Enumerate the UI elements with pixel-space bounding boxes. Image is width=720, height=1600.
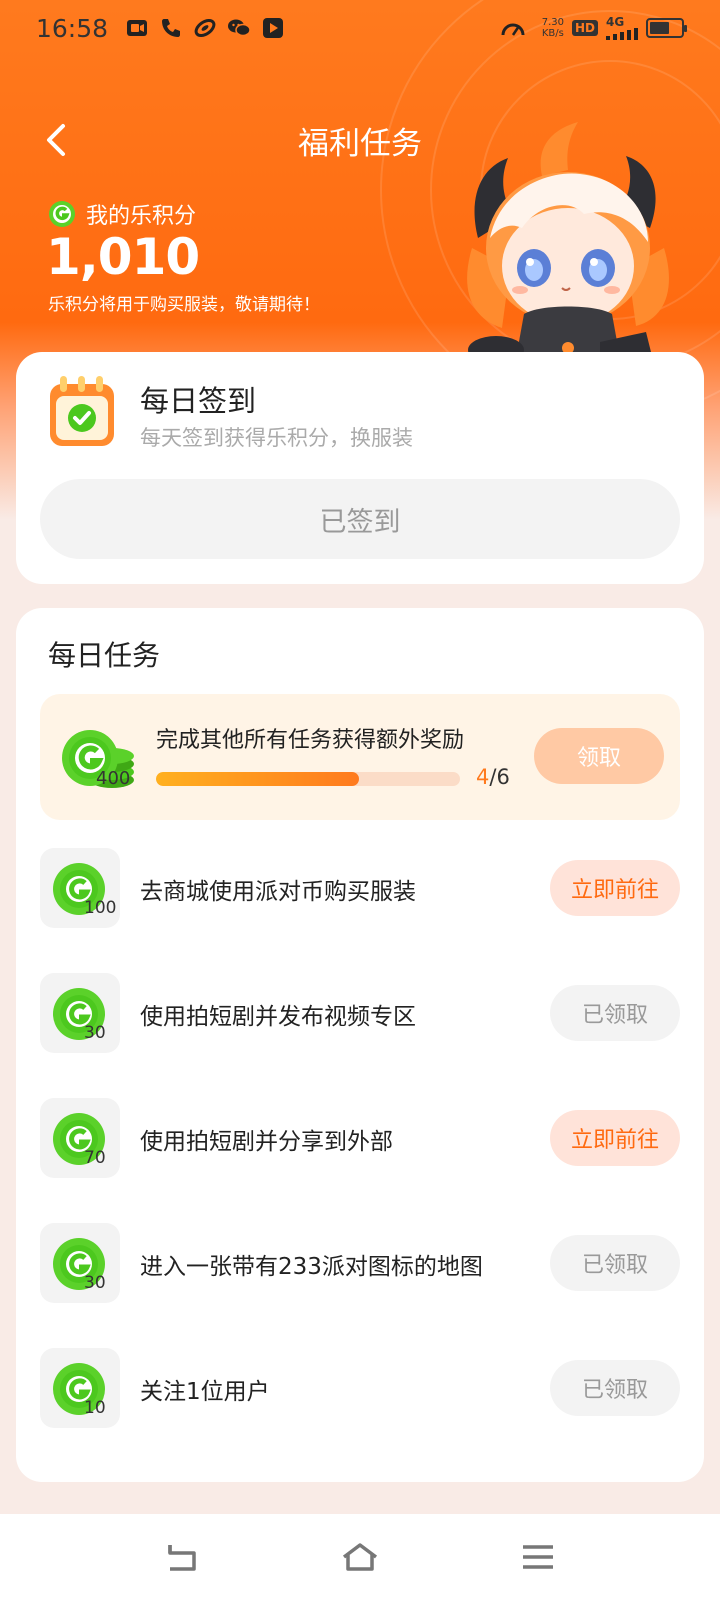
- claimed-button[interactable]: 已领取: [550, 1360, 680, 1416]
- net-speed-value: 7.30: [541, 17, 564, 28]
- status-bar: 16:58 7.30 KB/s HD 4G: [0, 0, 720, 56]
- task-label: 使用拍短剧并分享到外部: [140, 1129, 393, 1155]
- task-row: 30 进入一张带有233派对图标的地图 已领取: [40, 1223, 680, 1305]
- task-label: 去商城使用派对币购买服装: [140, 879, 416, 905]
- status-time: 16:58: [36, 13, 109, 43]
- progress-done: 4: [476, 765, 490, 789]
- net-speed: 7.30 KB/s: [542, 17, 564, 39]
- task-row: 10 关注1位用户 已领取: [40, 1348, 680, 1430]
- task-row: 70 使用拍短剧并分享到外部 立即前往: [40, 1098, 680, 1180]
- hd-badge: HD: [571, 20, 598, 36]
- menu-nav-button[interactable]: [513, 1537, 563, 1577]
- bonus-points: 400: [96, 768, 131, 789]
- task-icon-box: 100: [40, 848, 120, 928]
- go-now-button[interactable]: 立即前往: [550, 1110, 680, 1166]
- system-nav-bar: [0, 1514, 720, 1600]
- back-nav-button[interactable]: [157, 1537, 207, 1577]
- status-right: 7.30 KB/s HD 4G: [500, 15, 687, 41]
- bonus-progress-bar: [156, 772, 460, 786]
- task-points: 10: [84, 1398, 106, 1418]
- task-points: 70: [84, 1148, 106, 1168]
- task-icon-box: 30: [40, 1223, 120, 1303]
- network-type: 4G: [606, 15, 625, 29]
- points-value: 1,010: [46, 228, 200, 286]
- daily-tasks-card: 每日任务 400 完成其他所有任务获得额外奖励 4/6 领取 100 去商城使用…: [16, 608, 704, 1482]
- media-icon: [260, 15, 286, 41]
- claim-bonus-button[interactable]: 领取: [534, 728, 664, 784]
- phone-icon: [158, 15, 184, 41]
- video-call-icon: [124, 15, 150, 41]
- task-label: 进入一张带有233派对图标的地图: [140, 1254, 483, 1280]
- signal-group: 4G: [606, 16, 638, 40]
- signal-icon: [606, 28, 638, 40]
- home-nav-button[interactable]: [335, 1537, 385, 1577]
- checkin-title: 每日签到: [140, 384, 257, 418]
- home-nav-icon: [342, 1543, 378, 1571]
- menu-nav-icon: [523, 1545, 553, 1569]
- task-icon-box: 30: [40, 973, 120, 1053]
- mascot-illustration: [467, 122, 669, 370]
- go-now-button[interactable]: 立即前往: [550, 860, 680, 916]
- task-icon-box: 70: [40, 1098, 120, 1178]
- wechat-icon: [226, 15, 252, 41]
- points-label-row: 我的乐积分: [48, 198, 196, 230]
- task-points: 30: [84, 1273, 106, 1293]
- checkin-subtitle: 每天签到获得乐积分，换服装: [140, 426, 413, 450]
- task-row: 30 使用拍短剧并发布视频专区 已领取: [40, 973, 680, 1055]
- battery-level: [650, 22, 669, 34]
- speed-gauge-icon: [500, 15, 526, 41]
- checked-in-button[interactable]: 已签到: [40, 479, 680, 559]
- points-coin-icon: [49, 201, 75, 227]
- claimed-button[interactable]: 已领取: [550, 985, 680, 1041]
- back-nav-icon: [168, 1545, 196, 1571]
- progress-total: /6: [489, 765, 510, 789]
- task-points: 100: [84, 898, 117, 918]
- net-speed-unit: KB/s: [541, 28, 564, 39]
- bonus-task: 400 完成其他所有任务获得额外奖励 4/6 领取: [40, 694, 680, 820]
- checkin-card: 每日签到 每天签到获得乐积分，换服装 已签到: [16, 352, 704, 584]
- calendar-check-icon: [50, 376, 114, 446]
- bonus-progress-fill: [156, 772, 359, 786]
- task-label: 使用拍短剧并发布视频专区: [140, 1004, 416, 1030]
- bonus-task-text: 完成其他所有任务获得额外奖励: [156, 728, 465, 753]
- task-label: 关注1位用户: [140, 1379, 270, 1405]
- battery-icon: [646, 18, 687, 38]
- bonus-progress-count: 4/6: [476, 765, 510, 789]
- task-icon-box: 10: [40, 1348, 120, 1428]
- daily-tasks-title: 每日任务: [48, 639, 161, 672]
- points-label: 我的乐积分: [86, 204, 197, 229]
- link-icon: [192, 15, 218, 41]
- claimed-button[interactable]: 已领取: [550, 1235, 680, 1291]
- task-row: 100 去商城使用派对币购买服装 立即前往: [40, 848, 680, 930]
- task-points: 30: [84, 1023, 106, 1043]
- points-note: 乐积分将用于购买服装，敬请期待！: [48, 295, 320, 315]
